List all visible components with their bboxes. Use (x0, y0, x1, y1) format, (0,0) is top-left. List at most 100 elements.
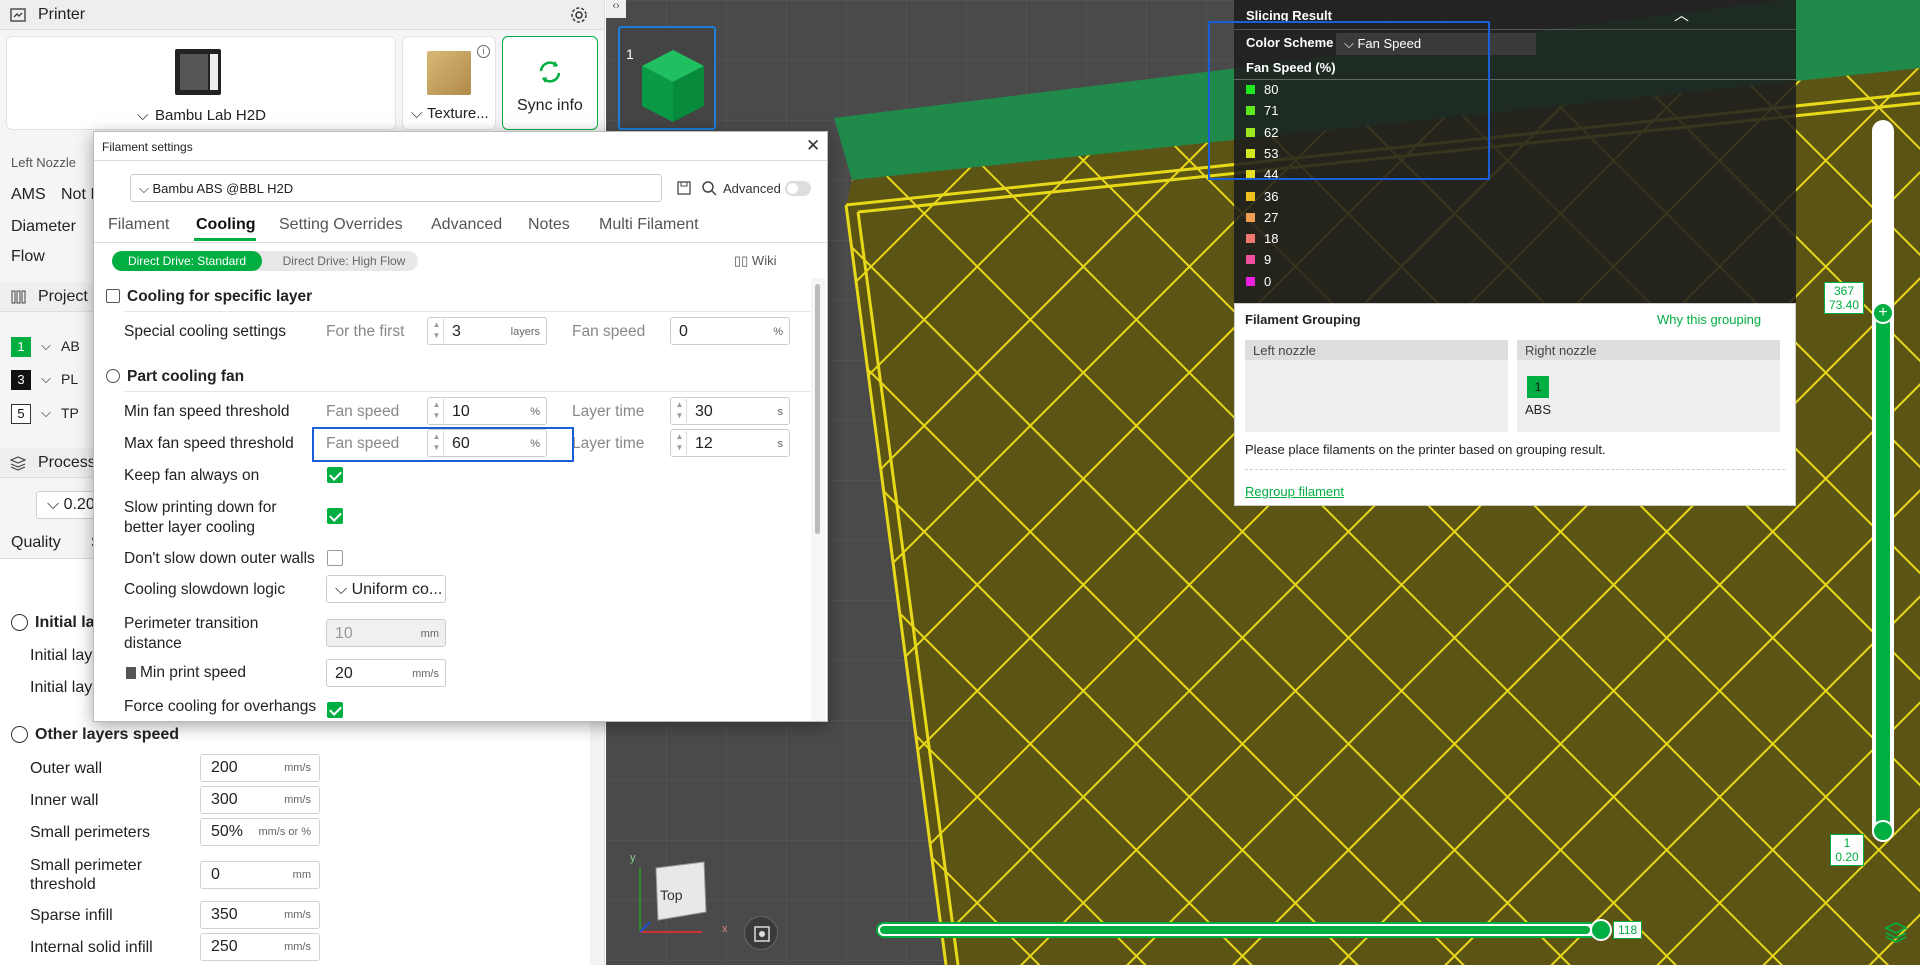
tab-multi-filament[interactable]: Multi Filament (599, 216, 699, 234)
axis-x-label: x (722, 923, 728, 935)
plate-card[interactable]: i ⌵ Texture... (402, 36, 496, 130)
info-icon[interactable]: i (477, 45, 490, 58)
filament-name: PL (61, 371, 79, 387)
tab-setting-overrides[interactable]: Setting Overrides (279, 216, 403, 234)
upper-thumb-plus-icon[interactable]: + (1872, 302, 1894, 324)
layer-height-select[interactable]: ⌵ 0.20 (36, 491, 96, 519)
legend-swatch (1246, 276, 1255, 286)
subtab-standard[interactable]: Direct Drive: Standard (112, 251, 262, 271)
spin-arrows-icon[interactable]: ▲ ▼ (673, 431, 687, 455)
slider-thumb[interactable] (1590, 919, 1612, 941)
layer-move-slider[interactable] (876, 922, 1598, 938)
plate-type: Texture... (427, 105, 489, 122)
lower-thumb[interactable] (1872, 820, 1894, 842)
internal-solid-infill-label: Internal solid infill (30, 939, 153, 956)
save-icon[interactable] (676, 180, 692, 196)
spin-arrows-icon[interactable]: ▲ ▼ (430, 319, 444, 343)
max-layer-time-input[interactable]: ▲ ▼ 12 s (670, 429, 790, 457)
sync-label: Sync info (517, 97, 583, 114)
subtab-high-flow[interactable]: Direct Drive: High Flow (270, 251, 418, 271)
tab-advanced[interactable]: Advanced (431, 216, 502, 234)
filament-name: AB (61, 338, 80, 354)
min-fan-speed-input[interactable]: ▲ ▼ 10% (427, 397, 547, 425)
small-perimeter-threshold-label: Small perimeter threshold (30, 857, 143, 893)
unit-label: s (777, 438, 784, 450)
initial-layer-row: Initial lay (30, 679, 93, 696)
close-icon[interactable]: ✕ (806, 136, 820, 156)
legend-value: 27 (1264, 209, 1279, 225)
wiki-link[interactable]: ▯▯ Wiki (734, 253, 776, 269)
divider (1245, 469, 1785, 470)
for-first-input[interactable]: ▲ ▼ 3 layers (427, 317, 547, 345)
filament-slot[interactable]: 1 (1527, 376, 1549, 398)
speedometer-icon (11, 614, 28, 631)
lower-layer-tooltip: 1 0.20 (1830, 834, 1864, 866)
force-cooling-checkbox[interactable] (327, 702, 343, 718)
left-nozzle-box: Left nozzle (1245, 340, 1508, 432)
filament-icon (11, 290, 26, 304)
unit-label: layers (510, 326, 540, 338)
small-perimeter-threshold-input[interactable]: 0 mm (200, 861, 320, 889)
min-layer-time-input[interactable]: ▲ ▼ 30 s (670, 397, 790, 425)
search-icon[interactable] (701, 180, 717, 196)
dialog-title: Filament settings (102, 140, 193, 154)
tab-quality[interactable]: Quality (11, 534, 61, 552)
min-fan-threshold-label: Min fan speed threshold (124, 403, 290, 420)
outer-wall-input[interactable]: 200 mm/s (200, 754, 320, 782)
field-value: 250 (211, 938, 238, 955)
unit-label: % (773, 326, 783, 338)
slow-down-checkbox[interactable] (327, 508, 343, 524)
printer-card[interactable]: ⌵ Bambu Lab H2D (6, 36, 396, 130)
spin-arrows-icon[interactable]: ▲ ▼ (673, 399, 687, 423)
plate-image (427, 51, 471, 95)
scrollbar[interactable] (811, 278, 825, 721)
preset-select[interactable]: ⌵ Bambu ABS @BBL H2D (130, 174, 662, 202)
active-tab-indicator (194, 238, 256, 241)
why-grouping-link[interactable]: Why this grouping (1657, 312, 1761, 327)
tab-notes[interactable]: Notes (528, 216, 570, 234)
plate-thumbnail[interactable]: 1 (618, 26, 716, 130)
fan-speed-label: Fan speed (572, 323, 646, 340)
sync-icon (539, 61, 561, 83)
camera-view-button[interactable] (744, 916, 778, 950)
right-nozzle-box: Right nozzle 1 ABS (1517, 340, 1780, 432)
dont-slow-outer-walls-checkbox[interactable] (327, 550, 343, 566)
legend-value: 9 (1264, 252, 1272, 268)
layer-range-slider[interactable] (1872, 120, 1894, 842)
filament-slot-number: 5 (11, 404, 31, 424)
ams-value[interactable]: Not I (61, 186, 95, 204)
tab-cooling[interactable]: Cooling (196, 216, 256, 234)
initial-layer-row: Initial lay (30, 647, 93, 664)
sparse-infill-input[interactable]: 350 mm/s (200, 901, 320, 929)
tab-filament[interactable]: Filament (108, 216, 169, 234)
regroup-filament-link[interactable]: Regroup filament (1245, 484, 1344, 499)
small-perimeters-input[interactable]: 50% mm/s or % (200, 818, 320, 846)
sync-info-button[interactable]: Sync info (502, 36, 598, 130)
collapse-sidebar-icon[interactable]: ‹› (606, 0, 626, 18)
keep-fan-on-checkbox[interactable] (327, 467, 343, 483)
max-fan-threshold-label: Max fan speed threshold (124, 435, 294, 452)
min-print-speed-input[interactable]: 20 mm/s (326, 659, 446, 687)
chevron-down-icon: ⌵ (139, 181, 153, 196)
scrollbar-thumb[interactable] (815, 284, 820, 534)
internal-solid-infill-input[interactable]: 250 mm/s (200, 933, 320, 961)
special-cooling-label: Special cooling settings (124, 323, 286, 340)
outer-wall-label: Outer wall (30, 760, 103, 777)
field-value: 30 (695, 403, 713, 420)
collapse-chevron-icon[interactable]: ︿ (1674, 4, 1689, 25)
inner-wall-input[interactable]: 300 mm/s (200, 786, 320, 814)
spin-arrows-icon[interactable]: ▲ ▼ (430, 399, 444, 423)
camera-icon (754, 926, 770, 942)
keep-fan-on-label: Keep fan always on (124, 467, 260, 484)
advanced-label: Advanced (723, 181, 781, 196)
gear-icon[interactable] (570, 6, 588, 24)
unit-label: s (777, 406, 784, 418)
special-fan-speed-input[interactable]: 0% (670, 317, 790, 345)
slowdown-logic-select[interactable]: ⌵ Uniform co... (326, 575, 446, 603)
field-value: 0 (679, 323, 688, 340)
advanced-toggle[interactable] (785, 181, 811, 196)
perimeter-transition-input[interactable]: 10 mm (326, 619, 446, 647)
chevron-down-icon: ⌵ (47, 496, 64, 513)
legend-item: 36 (1246, 189, 1278, 204)
layers-toggle-icon[interactable] (1884, 920, 1908, 944)
